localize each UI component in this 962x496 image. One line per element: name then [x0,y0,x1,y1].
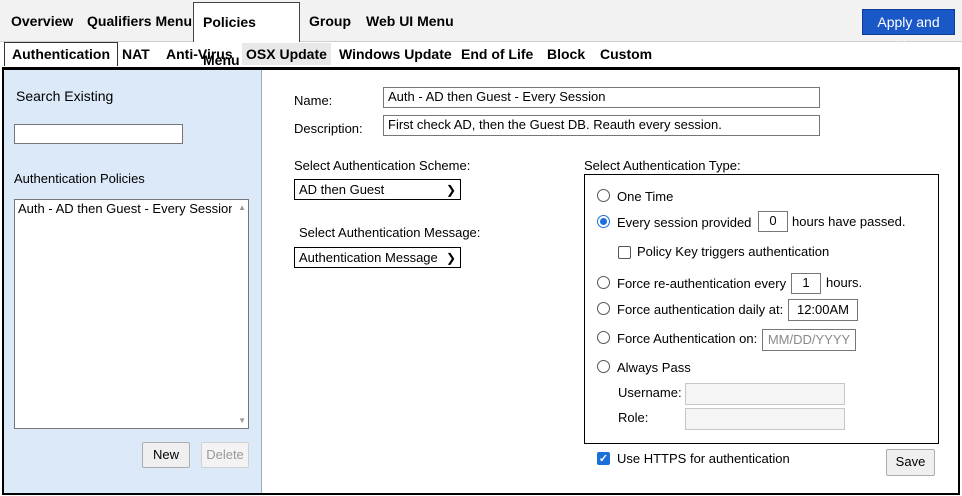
radio-always-pass[interactable] [597,360,610,373]
username-label: Username: [618,385,682,400]
force-daily-label: Force authentication daily at: [617,302,784,317]
apply-and-use-button[interactable]: Apply and Use [862,9,955,54]
hours-have-passed-label: hours have passed. [792,214,906,229]
policy-key-label: Policy Key triggers authentication [637,244,830,259]
role-input[interactable] [685,408,845,430]
chevron-down-icon: ❯ [445,251,456,265]
force-reauth-hours-input[interactable]: 1 [791,273,821,294]
authentication-policies-label: Authentication Policies [14,171,145,186]
scheme-label: Select Authentication Scheme: [294,158,471,173]
tab-custom[interactable]: Custom [600,43,652,65]
description-input[interactable]: First check AD, then the Guest DB. Reaut… [383,115,820,136]
username-input[interactable] [685,383,845,405]
radio-force-on-date[interactable] [597,331,610,344]
type-label: Select Authentication Type: [584,158,741,173]
tab-anti-virus[interactable]: Anti-Virus [166,43,233,65]
description-label: Description: [294,121,363,136]
force-reauth-label: Force re-authentication every [617,276,787,291]
tab-end-of-life[interactable]: End of Life [461,43,533,65]
menu-group[interactable]: Group [309,0,351,42]
menu-policies[interactable]: Policies Menu [193,2,300,68]
https-checkbox[interactable]: ✓ [597,452,610,465]
name-label: Name: [294,93,333,108]
chevron-down-icon: ❯ [445,183,456,197]
name-input[interactable]: Auth - AD then Guest - Every Session [383,87,820,108]
delete-button[interactable]: Delete [201,442,249,468]
menu-overview[interactable]: Overview [11,0,73,42]
menu-web-ui[interactable]: Web UI Menu [366,0,454,42]
scroll-up-icon[interactable]: ▲ [238,203,246,212]
tab-nat[interactable]: NAT [122,43,150,65]
radio-force-daily[interactable] [597,302,610,315]
one-time-label: One Time [617,189,674,204]
new-button[interactable]: New [142,442,190,468]
force-daily-time-input[interactable]: 12:00AM [788,299,858,321]
force-on-label: Force Authentication on: [617,331,758,346]
force-on-date-input[interactable]: MM/DD/YYYY [762,329,856,351]
scheme-select[interactable]: AD then Guest ❯ [294,179,461,200]
menu-qualifiers[interactable]: Qualifiers Menu [87,0,192,42]
every-session-hours-input[interactable]: 0 [758,211,788,232]
always-pass-label: Always Pass [617,360,691,375]
policy-key-checkbox[interactable] [618,246,631,259]
message-label: Select Authentication Message: [299,225,481,240]
tab-block[interactable]: Block [547,43,585,65]
scheme-select-value: AD then Guest [299,182,385,197]
hours-label: hours. [826,275,863,290]
scroll-down-icon[interactable]: ▼ [238,416,246,425]
radio-one-time[interactable] [597,189,610,202]
policies-listbox[interactable]: Auth - AD then Guest - Every Session ▲ ▼ [14,199,249,429]
every-session-label: Every session provided [617,215,752,230]
https-label: Use HTTPS for authentication [617,451,790,466]
list-item[interactable]: Auth - AD then Guest - Every Session [16,201,232,217]
message-select-value: Authentication Message [299,250,438,265]
tab-osx-update[interactable]: OSX Update [242,43,331,65]
tab-authentication[interactable]: Authentication [4,42,118,66]
search-input[interactable] [14,124,183,144]
radio-force-reauth[interactable] [597,276,610,289]
save-button[interactable]: Save [886,449,935,476]
tab-windows-update[interactable]: Windows Update [339,43,452,65]
radio-every-session[interactable] [597,215,610,228]
message-select[interactable]: Authentication Message ❯ [294,247,461,268]
role-label: Role: [618,410,649,425]
search-existing-label: Search Existing [16,88,114,104]
